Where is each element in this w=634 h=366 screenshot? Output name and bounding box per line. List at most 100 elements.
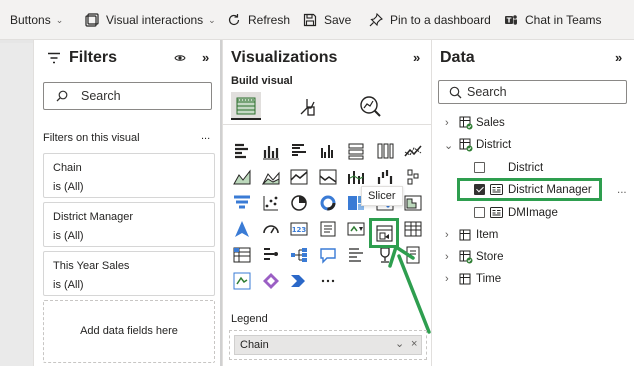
filters-section-more-icon[interactable]: ... (201, 130, 210, 142)
100-stacked-column-icon[interactable] (374, 140, 396, 162)
decomposition-tree-icon[interactable] (260, 244, 282, 266)
table-store[interactable]: › Store (432, 247, 632, 267)
refresh-button[interactable]: Refresh (226, 12, 290, 28)
field-district[interactable]: District (432, 158, 632, 178)
line-stacked-column-icon[interactable] (288, 166, 310, 188)
add-data-fields-label: Add data fields here (80, 325, 178, 337)
table-visual-icon[interactable] (402, 218, 424, 240)
azure-map-icon[interactable] (231, 218, 253, 240)
table-time[interactable]: › Time (432, 269, 632, 289)
smart-narrative-icon[interactable] (345, 244, 367, 266)
donut-chart-icon[interactable] (317, 192, 339, 214)
power-automate-icon[interactable] (288, 270, 310, 292)
visual-interactions-label: Visual interactions (106, 13, 204, 27)
line-chart-icon[interactable] (402, 140, 424, 162)
build-visual-label: Build visual (231, 75, 293, 87)
field-checkbox[interactable] (474, 162, 485, 173)
filter-card-name: Chain (53, 162, 82, 174)
stacked-bar-icon[interactable] (231, 140, 253, 162)
field-name: District (508, 162, 544, 174)
collapse-visualizations-icon[interactable]: » (413, 50, 420, 65)
field-more-icon[interactable]: ... (617, 184, 627, 196)
field-name: District Manager (508, 184, 592, 196)
gauge-icon[interactable] (260, 218, 282, 240)
filter-icon (47, 52, 61, 67)
chevron-down-icon: ⌄ (55, 14, 64, 25)
filter-card-this-year-sales[interactable]: This Year Sales is (All) (43, 251, 215, 296)
chevron-right-icon: › (445, 251, 449, 263)
100-stacked-bar-icon[interactable] (345, 140, 367, 162)
annotation-arrow (388, 245, 431, 334)
table-icon (459, 138, 473, 155)
analytics-icon[interactable] (358, 95, 382, 122)
visualizations-pane: Visualizations » Build visual 123 Slicer… (222, 40, 432, 366)
matrix-icon[interactable] (231, 244, 253, 266)
table-name: Sales (476, 117, 505, 129)
build-visual-tab[interactable] (231, 92, 261, 120)
table-item[interactable]: › Item (432, 225, 632, 245)
table-district[interactable]: ⌄ District (432, 135, 632, 155)
funnel-icon[interactable] (231, 192, 253, 214)
save-button[interactable]: Save (302, 12, 351, 28)
clustered-bar-icon[interactable] (288, 140, 310, 162)
field-district-manager[interactable]: District Manager ... (432, 180, 632, 200)
filters-search-input[interactable]: Search (43, 82, 212, 110)
more-visuals-icon[interactable] (317, 270, 339, 292)
filter-card-value: is (All) (53, 279, 84, 291)
stacked-area-icon[interactable] (260, 166, 282, 188)
buttons-menu[interactable]: Buttons ⌄ (10, 12, 63, 28)
kpi-icon[interactable] (345, 218, 367, 240)
scatter-chart-icon[interactable] (260, 192, 282, 214)
field-checkbox[interactable] (474, 207, 485, 218)
visual-interactions-menu[interactable]: Visual interactions ⌄ (84, 12, 216, 28)
card-icon[interactable]: 123 (288, 218, 310, 240)
svg-text:123: 123 (292, 226, 307, 234)
pin-label: Pin to a dashboard (390, 13, 491, 27)
table-icon (459, 250, 473, 267)
ribbon-chart-icon[interactable] (345, 166, 367, 188)
collapse-filters-icon[interactable]: » (202, 50, 209, 65)
data-search-input[interactable]: Search (438, 80, 627, 104)
chevron-down-icon[interactable]: ⌄ (395, 337, 404, 350)
multi-row-card-icon[interactable] (317, 218, 339, 240)
collapse-data-icon[interactable]: » (615, 50, 622, 65)
clustered-column-icon[interactable] (317, 140, 339, 162)
python-visual-icon[interactable] (231, 270, 253, 292)
waterfall-icon[interactable] (374, 166, 396, 188)
slicer-tooltip: Slicer (361, 186, 403, 206)
line-clustered-column-icon[interactable] (317, 166, 339, 188)
pie-chart-icon[interactable] (288, 192, 310, 214)
format-visual-icon[interactable] (297, 96, 319, 121)
add-data-fields-dropzone[interactable]: Add data fields here (43, 300, 215, 363)
field-dmimage[interactable]: DMImage (432, 203, 632, 223)
scatter-icon[interactable] (402, 166, 424, 188)
eye-icon[interactable] (174, 52, 186, 66)
chat-in-teams-button[interactable]: T Chat in Teams (503, 12, 601, 28)
legend-well: Chain ⌄ × (229, 330, 427, 360)
power-apps-icon[interactable] (260, 270, 282, 292)
field-checkbox-checked[interactable] (474, 184, 485, 195)
table-name: Time (476, 273, 502, 285)
legend-well-label: Legend (231, 313, 268, 325)
area-chart-icon[interactable] (231, 166, 253, 188)
divider (223, 124, 432, 125)
legend-field-pill[interactable]: Chain ⌄ × (234, 335, 422, 355)
key-influencers-icon[interactable] (288, 244, 310, 266)
table-sales[interactable]: › Sales (432, 113, 632, 133)
filter-card-value: is (All) (53, 230, 84, 242)
remove-field-icon[interactable]: × (411, 338, 417, 350)
stacked-column-icon[interactable] (260, 140, 282, 162)
refresh-label: Refresh (248, 13, 291, 27)
qa-icon[interactable] (317, 244, 339, 266)
filters-pane: Filters » Search Filters on this visual … (33, 40, 220, 366)
filled-map-icon[interactable] (402, 192, 424, 214)
filters-search-placeholder: Search (81, 89, 121, 103)
pin-to-dashboard-button[interactable]: Pin to a dashboard (368, 12, 491, 28)
save-label: Save (324, 13, 352, 27)
pin-icon (368, 12, 384, 28)
teams-icon: T (503, 12, 519, 28)
svg-text:T: T (507, 17, 512, 25)
chevron-down-icon: ⌄ (208, 14, 216, 25)
filter-card-chain[interactable]: Chain is (All) (43, 153, 215, 198)
filter-card-district-manager[interactable]: District Manager is (All) (43, 202, 215, 247)
